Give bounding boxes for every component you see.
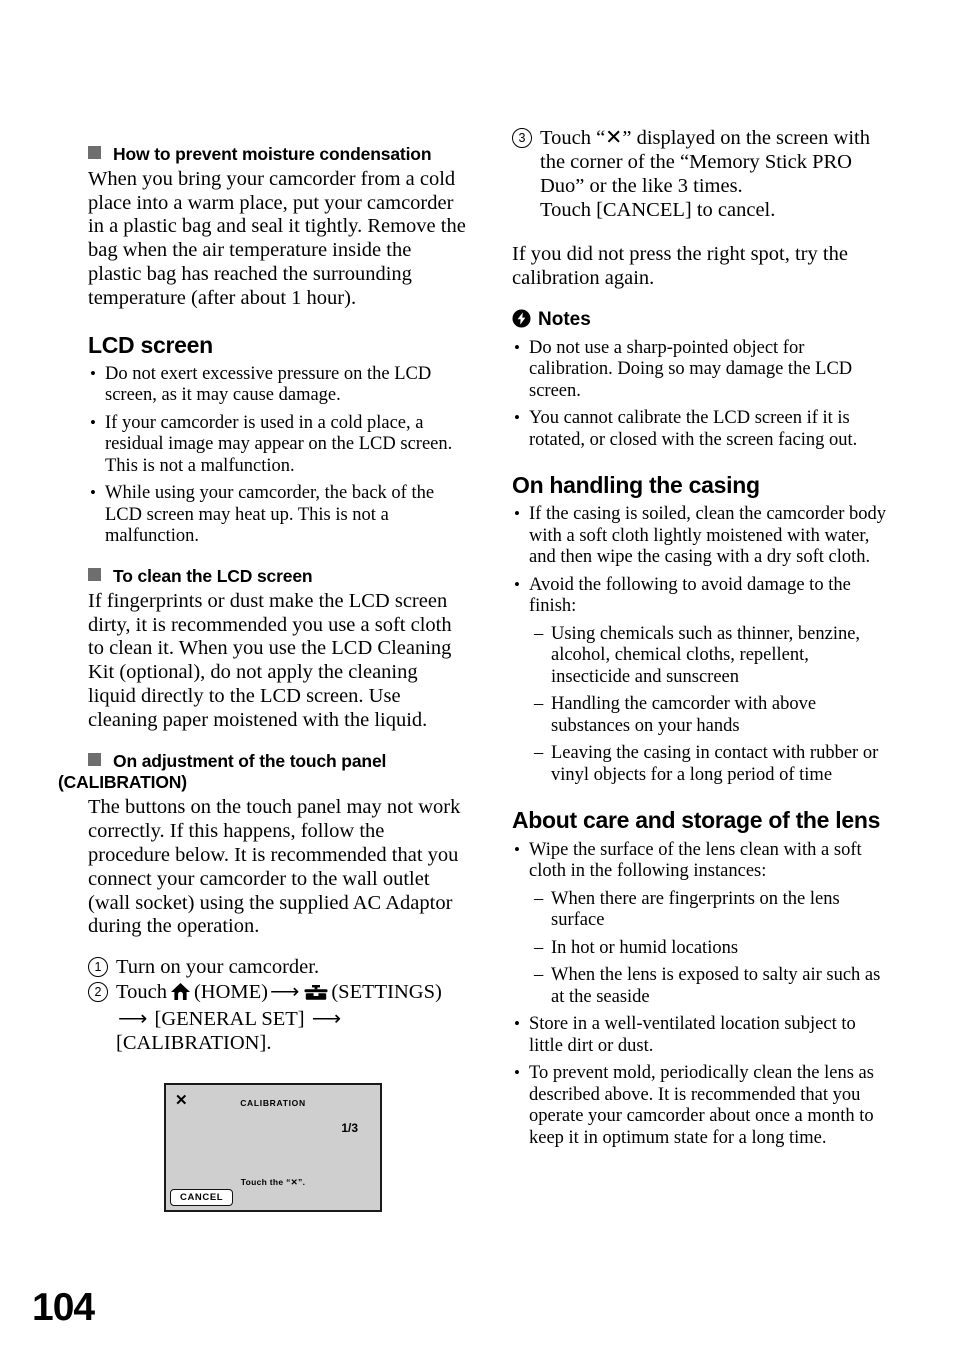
subheading-label-line1: On adjustment of the touch panel xyxy=(113,750,387,771)
list-item: Do not use a sharp-pointed object for ca… xyxy=(512,337,890,403)
paragraph-touch-panel-calibration: The buttons on the touch panel may not w… xyxy=(88,796,461,938)
step-number-circle: 1 xyxy=(88,957,108,978)
list-item: When there are fingerprints on the lens … xyxy=(534,889,890,932)
subheading-clean-lcd-screen: To clean the LCD screen xyxy=(88,566,466,588)
step-text-general-set: [GENERAL SET] xyxy=(154,1008,305,1031)
left-column: How to prevent moisture condensation Whe… xyxy=(58,126,466,1056)
list-item: Using chemicals such as thinner, benzine… xyxy=(534,624,890,689)
step-item-3: 3 Touch “✕” displayed on the screen with … xyxy=(512,126,890,222)
arrow-3: ⟶ xyxy=(311,1008,342,1031)
step-text: Touch “✕” displayed on the screen with t… xyxy=(540,127,870,197)
step-text-calibration: [CALIBRATION]. xyxy=(116,1032,272,1055)
list-item: Wipe the surface of the lens clean with … xyxy=(512,839,890,883)
arrow-2: ⟶ xyxy=(118,1008,148,1031)
square-bullet-icon xyxy=(88,752,101,766)
home-icon xyxy=(170,982,191,1007)
calibration-screen-figure: ✕ CALIBRATION 1/3 Touch the “✕”. CANCEL xyxy=(164,1083,382,1212)
step-number-circle: 2 xyxy=(88,982,108,1003)
list-item: Leaving the casing in contact with rubbe… xyxy=(534,743,890,786)
list-item: Do not exert excessive pressure on the L… xyxy=(88,363,466,407)
step-subtext: Touch [CANCEL] to cancel. xyxy=(540,199,776,221)
list-item: Avoid the following to avoid damage to t… xyxy=(512,574,890,618)
calibration-instruction-text: Touch the “✕”. xyxy=(240,1177,306,1187)
heading-lcd-screen: LCD screen xyxy=(88,331,213,358)
calibration-figure-title: CALIBRATION xyxy=(240,1098,306,1108)
flash-circle-icon xyxy=(512,309,531,334)
subheading-label: How to prevent moisture condensation xyxy=(113,144,432,164)
settings-toolbox-icon xyxy=(304,983,328,1007)
right-column: 3 Touch “✕” displayed on the screen with … xyxy=(512,126,890,1155)
list-item: You cannot calibrate the LCD screen if i… xyxy=(512,407,890,451)
step-item-2: 2 Touch (HOME)⟶ (SETTINGS) ⟶ [GENERAL SET] … xyxy=(88,980,466,1055)
list-item: Store in a well-ventilated location subj… xyxy=(512,1013,890,1057)
page-number: 104 xyxy=(32,1286,95,1329)
list-calibration-steps-continued: 3 Touch “✕” displayed on the screen with … xyxy=(512,126,890,222)
list-lens-storage: Store in a well-ventilated location subj… xyxy=(512,1013,890,1149)
list-casing: If the casing is soiled, clean the camco… xyxy=(512,503,890,618)
subheading-label: To clean the LCD screen xyxy=(113,565,313,586)
calibration-cancel-button[interactable]: CANCEL xyxy=(170,1189,234,1206)
list-item: If your camcorder is used in a cold plac… xyxy=(88,412,466,478)
subheading-touch-panel-calibration: On adjustment of the touch panel (CALIBR… xyxy=(58,750,466,795)
list-lcd-screen: Do not exert excessive pressure on the L… xyxy=(88,363,466,548)
list-item: When the lens is exposed to salty air su… xyxy=(534,965,890,1008)
paragraph-clean-lcd-screen: If fingerprints or dust make the LCD scr… xyxy=(88,589,452,731)
list-item: In hot or humid locations xyxy=(534,938,890,960)
paragraph-retry-calibration: If you did not press the right spot, try… xyxy=(512,243,848,289)
list-item: While using your camcorder, the back of … xyxy=(88,482,466,548)
list-item: If the casing is soiled, clean the camco… xyxy=(512,503,890,569)
square-bullet-icon xyxy=(88,146,101,159)
heading-lens-care: About care and storage of the lens xyxy=(512,807,881,834)
list-notes: Do not use a sharp-pointed object for ca… xyxy=(512,337,890,452)
paragraph-moisture-condensation: When you bring your camcorder from a col… xyxy=(88,167,466,309)
calibration-page-indicator: 1/3 xyxy=(341,1121,358,1135)
step-text-prefix: Touch xyxy=(116,981,167,1004)
subheading-label-line2: (CALIBRATION) xyxy=(58,772,187,793)
subheading-moisture-condensation: How to prevent moisture condensation xyxy=(88,144,466,166)
list-item: To prevent mold, periodically clean the … xyxy=(512,1062,890,1149)
list-lens-sub: When there are fingerprints on the lens … xyxy=(512,889,890,1009)
step-number-circle: 3 xyxy=(512,128,532,148)
step-item-1: 1 Turn on your camcorder. xyxy=(88,955,466,979)
list-lens-intro: Wipe the surface of the lens clean with … xyxy=(512,839,890,883)
home-label: (HOME) xyxy=(193,981,268,1004)
step-text: Turn on your camcorder. xyxy=(116,956,320,979)
list-item: Handling the camcorder with above substa… xyxy=(534,694,890,737)
heading-notes: Notes xyxy=(512,309,890,334)
notes-label: Notes xyxy=(538,308,591,330)
document-page: How to prevent moisture condensation Whe… xyxy=(0,0,954,1357)
list-casing-sub: Using chemicals such as thinner, benzine… xyxy=(512,624,890,787)
list-calibration-steps: 1 Turn on your camcorder. 2 Touch (HOME)⟶ (S… xyxy=(88,955,466,1055)
heading-handling-casing: On handling the casing xyxy=(512,472,760,499)
arrow-1: ⟶ xyxy=(269,981,300,1004)
settings-label: (SETTINGS) xyxy=(331,981,442,1004)
square-bullet-icon xyxy=(88,567,101,581)
